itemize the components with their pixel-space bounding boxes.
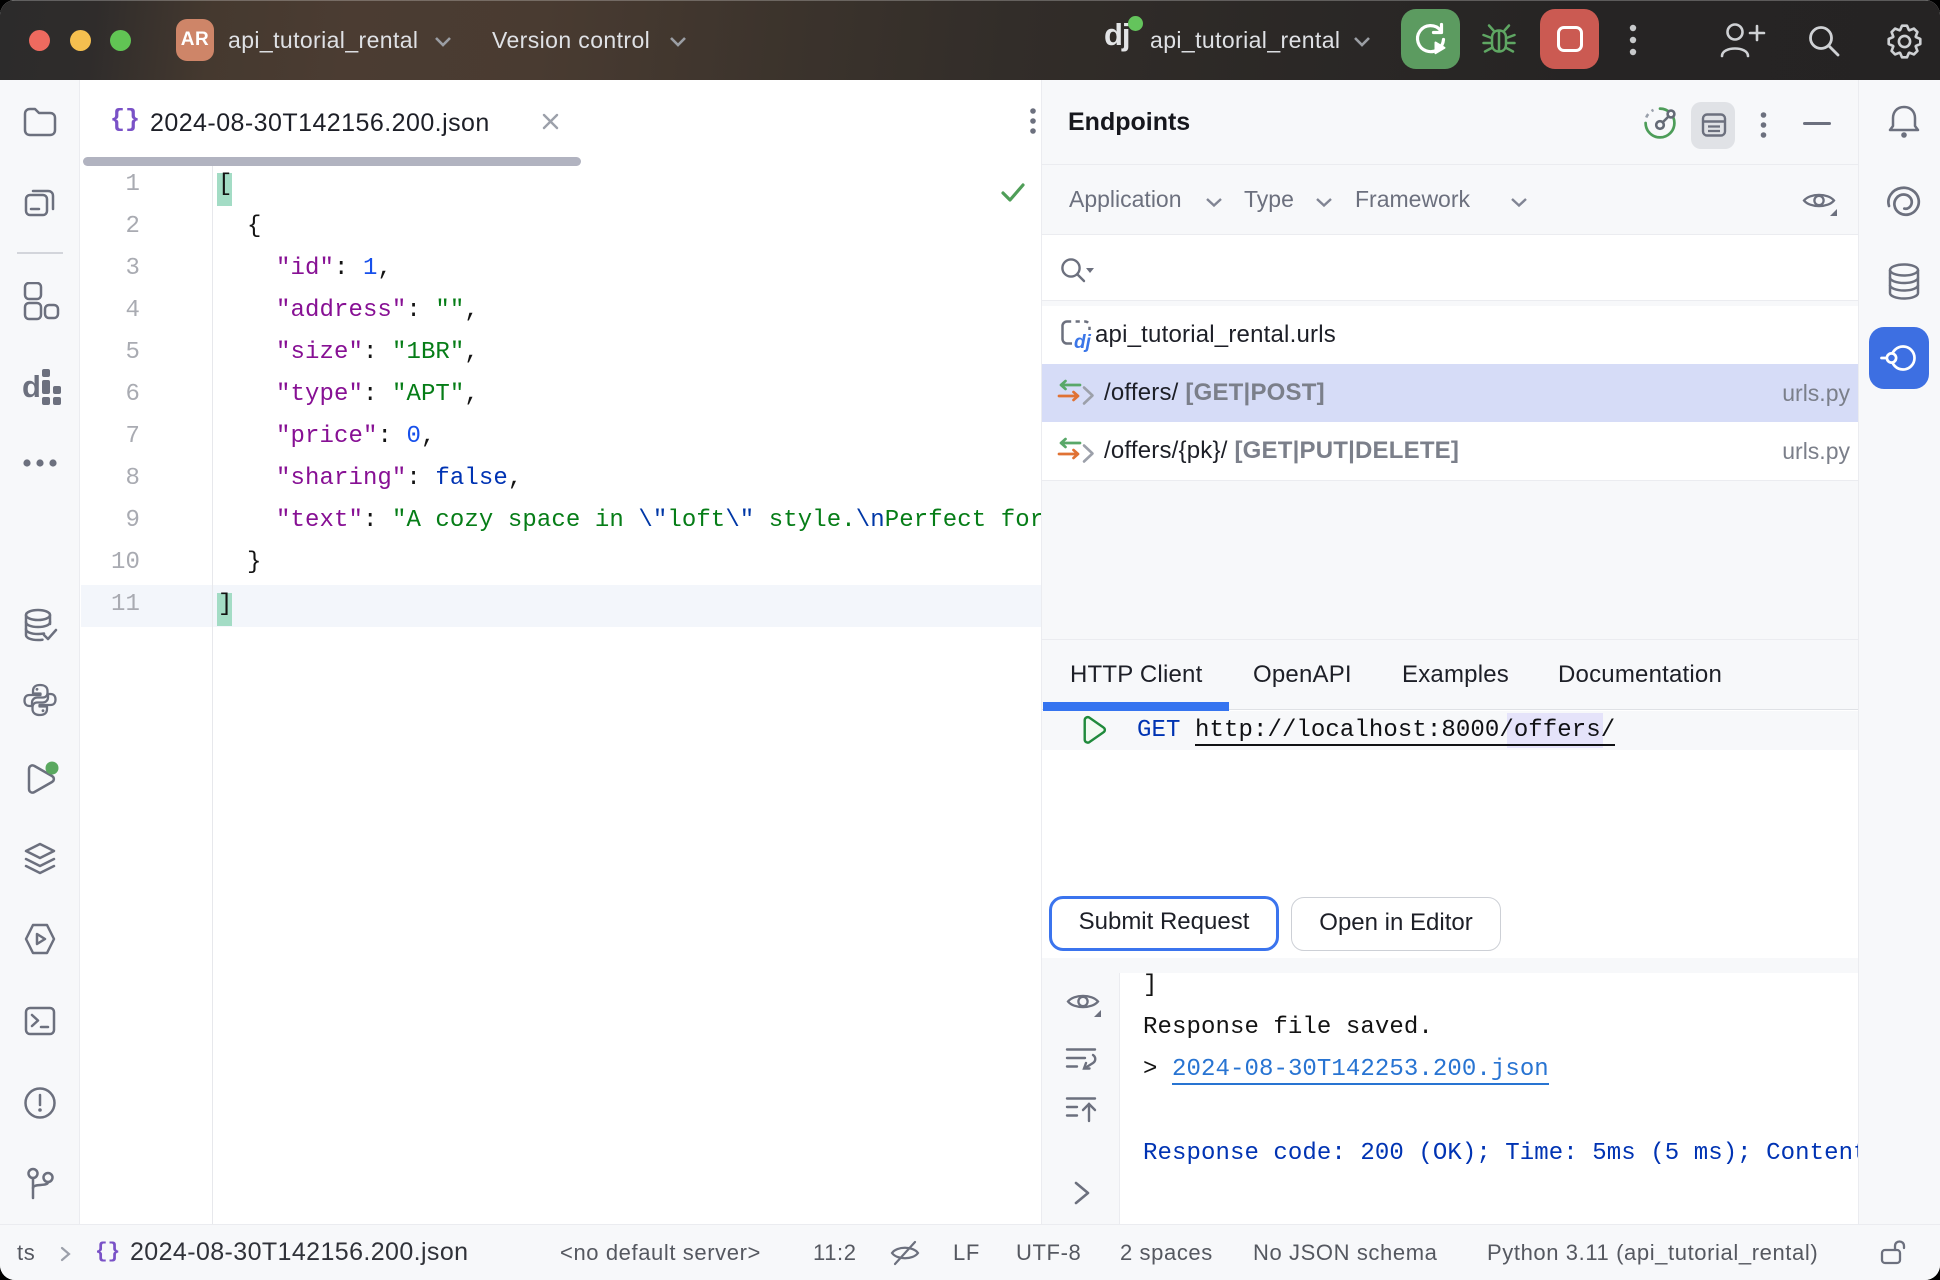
svg-text:dj: dj (1074, 332, 1092, 353)
